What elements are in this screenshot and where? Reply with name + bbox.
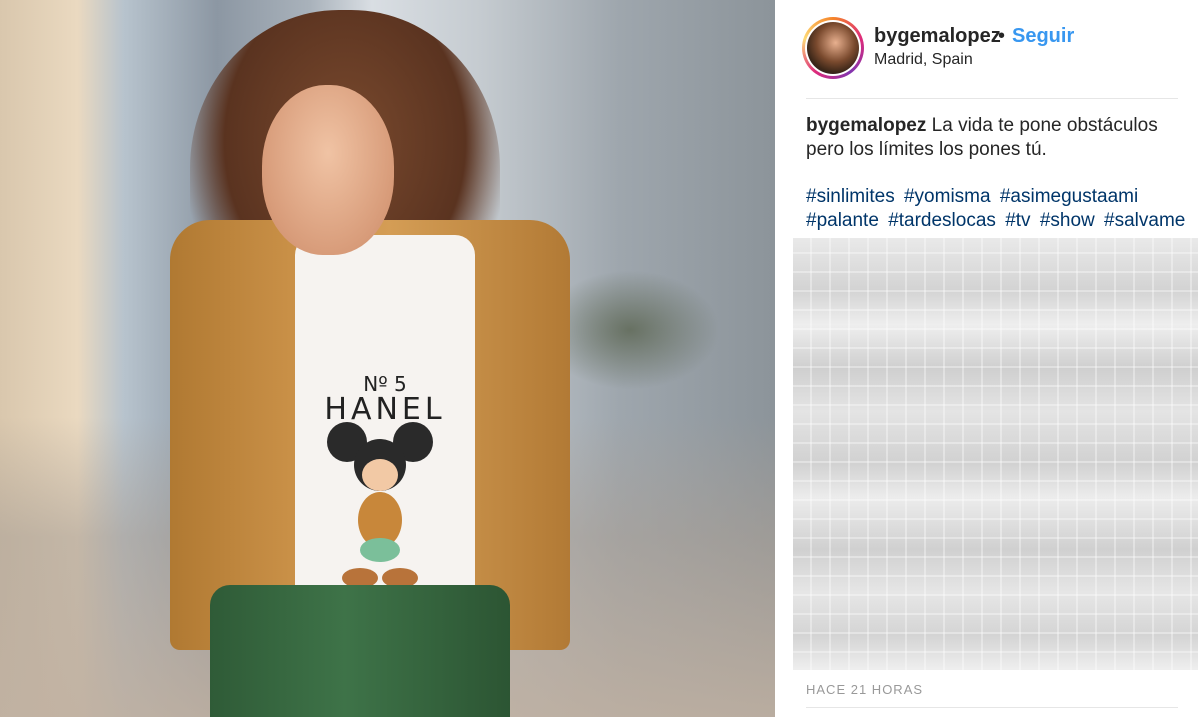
hashtag-link[interactable]: #salvame <box>1104 210 1185 231</box>
hashtag-list: #sinlimites #yomisma #asimegustaami #pal… <box>806 185 1196 233</box>
username-link[interactable]: bygemalopez <box>874 25 1001 48</box>
hashtag-link[interactable]: #asimegustaami <box>1000 186 1138 207</box>
instagram-post: Nº 5 HANEL bygemalopez • Seguir Madrid, … <box>0 0 1200 717</box>
separator-dot: • <box>998 25 1006 47</box>
avatar[interactable] <box>802 17 864 79</box>
hashtag-link[interactable]: #show <box>1040 210 1095 231</box>
mickey-print <box>327 422 433 588</box>
post-side-panel: bygemalopez • Seguir Madrid, Spain bygem… <box>775 0 1200 717</box>
post-header: bygemalopez • Seguir Madrid, Spain <box>775 0 1200 98</box>
avatar-image <box>807 22 859 74</box>
avatar-ring-inner <box>805 20 861 76</box>
caption-username-link[interactable]: bygemalopez <box>806 115 926 136</box>
photo-face <box>262 85 394 255</box>
hashtag-link[interactable]: #palante <box>806 210 879 231</box>
hashtag-link[interactable]: #yomisma <box>904 186 991 207</box>
pixelated-comments <box>793 238 1198 670</box>
post-photo[interactable]: Nº 5 HANEL <box>0 0 775 717</box>
location-link[interactable]: Madrid, Spain <box>874 51 973 69</box>
hashtag-link[interactable]: #tardeslocas <box>888 210 996 231</box>
post-timestamp: HACE 21 HORAS <box>806 682 924 697</box>
hashtag-link[interactable]: #tv <box>1005 210 1030 231</box>
follow-button[interactable]: Seguir <box>1012 25 1074 48</box>
header-divider <box>806 98 1178 99</box>
hashtag-link[interactable]: #sinlimites <box>806 186 895 207</box>
photo-skirt <box>210 585 510 717</box>
footer-divider <box>806 707 1178 708</box>
post-caption: bygemalopez La vida te pone obstáculos p… <box>806 114 1186 162</box>
